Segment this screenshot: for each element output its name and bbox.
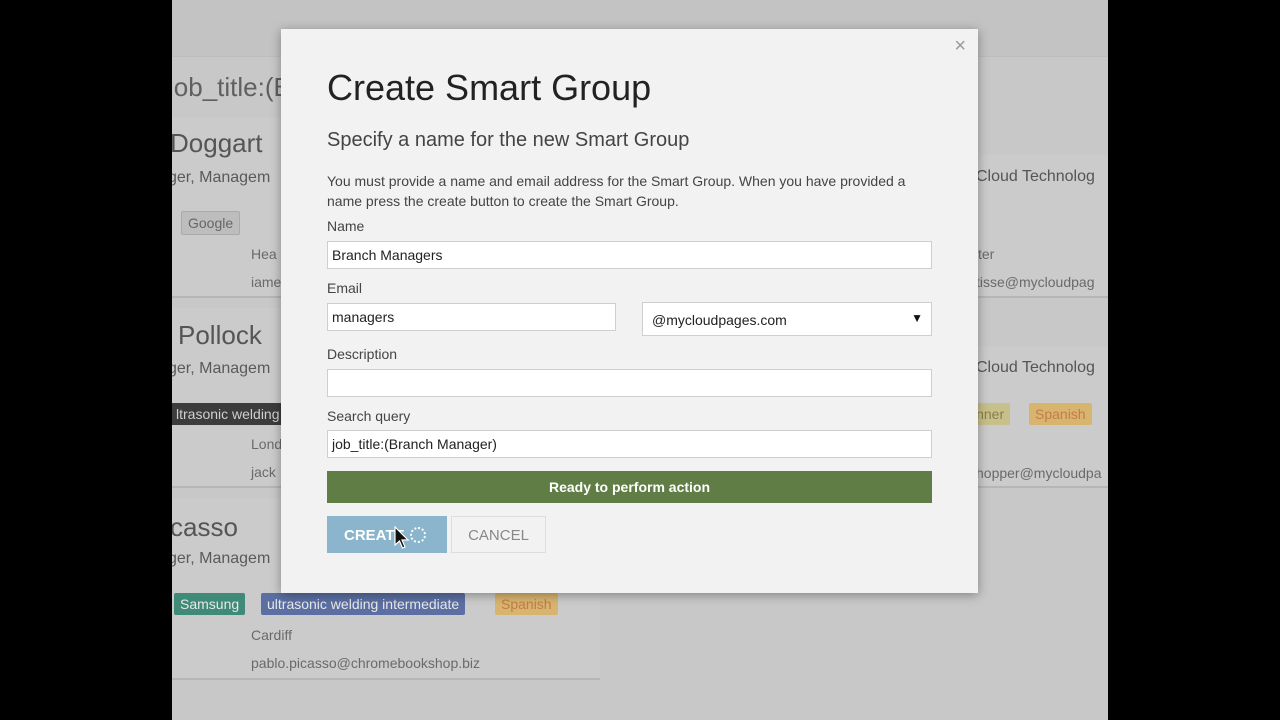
dropdown-arrow-icon: ▼: [911, 311, 923, 325]
loading-spinner-icon: [410, 527, 426, 543]
description-input[interactable]: [327, 369, 932, 397]
contact-location: Lond: [251, 436, 283, 452]
contact-email[interactable]: hopper@mycloudpa: [976, 465, 1102, 481]
close-icon[interactable]: ×: [954, 35, 966, 58]
cancel-button[interactable]: CANCEL: [451, 516, 546, 553]
search-query-label: Search query: [327, 408, 411, 424]
tag-badge[interactable]: ultrasonic welding intermediate: [261, 593, 466, 615]
contact-company: Cloud Technolog: [976, 168, 1095, 185]
contact-card[interactable]: Cloud Technolog inner Spanish hopper@myc…: [967, 346, 1108, 488]
name-label: Name: [327, 218, 365, 234]
contact-email[interactable]: pablo.picasso@chromebookshop.biz: [251, 655, 480, 671]
dialog-description: You must provide a name and email addres…: [327, 173, 906, 209]
tag-badge[interactable]: Google: [181, 211, 241, 235]
contact-title: ger, Managem: [172, 169, 271, 186]
contact-name: Pollock: [178, 320, 262, 350]
name-input[interactable]: Branch Managers: [327, 241, 932, 269]
description-label: Description: [327, 346, 398, 362]
search-query-input[interactable]: job_title:(Branch Manager): [327, 430, 932, 458]
email-input[interactable]: managers: [327, 303, 616, 331]
contact-card[interactable]: Cloud Technolog ter tisse@mycloudpag: [972, 155, 1108, 298]
contact-company: Cloud Technolog: [976, 359, 1095, 376]
create-button[interactable]: CREATE: [327, 516, 447, 553]
contact-email[interactable]: tisse@mycloudpag: [976, 274, 1095, 290]
status-bar: Ready to perform action: [327, 471, 932, 503]
contact-name: Doggart: [172, 128, 263, 158]
dialog-subtitle: Specify a name for the new Smart Group: [327, 129, 690, 151]
contact-location: Hea: [251, 246, 277, 262]
create-smart-group-dialog: × Create Smart Group Specify a name for …: [281, 29, 978, 593]
contact-name: casso: [172, 512, 238, 542]
email-domain-value: @mycloudpages.com: [652, 312, 787, 328]
contact-email[interactable]: jack: [251, 464, 276, 480]
tag-badge[interactable]: Spanish: [1029, 403, 1092, 425]
mouse-cursor-icon: [394, 526, 410, 549]
tag-badge[interactable]: ltrasonic welding: [172, 403, 286, 425]
dialog-title: Create Smart Group: [327, 67, 652, 108]
contact-email[interactable]: iame: [251, 274, 281, 290]
email-label: Email: [327, 280, 363, 296]
contact-location: Cardiff: [251, 627, 292, 643]
tag-badge[interactable]: Spanish: [495, 593, 558, 615]
email-domain-select[interactable]: @mycloudpages.com ▼: [642, 302, 932, 336]
search-query-heading: job_title:(B: [172, 72, 291, 102]
contact-location: ter: [978, 246, 995, 262]
contact-title: ger, Managem: [172, 360, 271, 377]
tag-badge[interactable]: Samsung: [174, 593, 246, 615]
contact-title: ger, Managem: [172, 550, 271, 567]
